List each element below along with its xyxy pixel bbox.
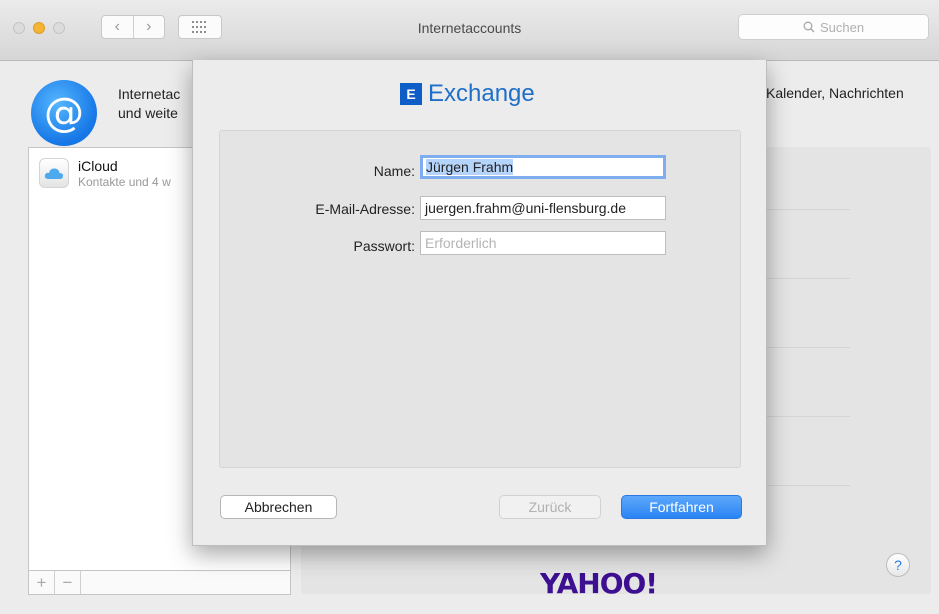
search-field[interactable]: Suchen (738, 14, 929, 40)
name-label: Name: (373, 163, 415, 179)
back-button[interactable]: Zurück (499, 495, 601, 519)
accounts-list-footer: + − (28, 571, 291, 595)
account-name: iCloud (78, 158, 118, 174)
exchange-logo: E Exchange (400, 80, 535, 108)
search-icon (803, 21, 815, 33)
exchange-logo-text: Exchange (428, 80, 535, 107)
title-bar: ‹ › Internetaccounts Suchen (0, 0, 939, 61)
account-form: Name: Jürgen Frahm E-Mail-Adresse: juerg… (219, 130, 741, 468)
exchange-icon: E (400, 83, 422, 105)
password-field[interactable]: Erforderlich (420, 231, 666, 255)
add-account-button[interactable]: + (29, 571, 55, 594)
internet-accounts-at-icon: @ (31, 80, 97, 146)
name-field-value: Jürgen Frahm (426, 159, 514, 175)
exchange-icon-letter: E (406, 86, 416, 102)
header-description-line2: und weite (118, 105, 178, 121)
header-description: Internetac und weite (118, 85, 194, 123)
cancel-button[interactable]: Abbrechen (220, 495, 337, 519)
search-placeholder: Suchen (819, 19, 865, 35)
divider (758, 347, 850, 348)
divider (758, 485, 850, 486)
header-description-line1: Internetac (118, 86, 181, 102)
header-description-right: Kalender, Nachrichten (766, 85, 904, 101)
internet-accounts-window: ‹ › Internetaccounts Suchen @ Internetac… (0, 0, 939, 614)
icloud-icon (39, 158, 69, 188)
password-label: Passwort: (353, 238, 415, 254)
yahoo-logo[interactable]: YAHOO! (540, 567, 658, 600)
divider (758, 209, 850, 210)
divider (758, 278, 850, 279)
remove-account-button[interactable]: − (55, 571, 81, 594)
continue-button[interactable]: Fortfahren (621, 495, 742, 519)
divider (758, 416, 850, 417)
help-button[interactable]: ? (886, 553, 910, 577)
email-label: E-Mail-Adresse: (315, 201, 415, 217)
exchange-setup-sheet: E Exchange Name: Jürgen Frahm E-Mail-Adr… (192, 60, 767, 546)
email-field[interactable]: juergen.frahm@uni-flensburg.de (420, 196, 666, 220)
account-subtitle: Kontakte und 4 w (78, 175, 171, 189)
name-field[interactable]: Jürgen Frahm (420, 155, 666, 179)
